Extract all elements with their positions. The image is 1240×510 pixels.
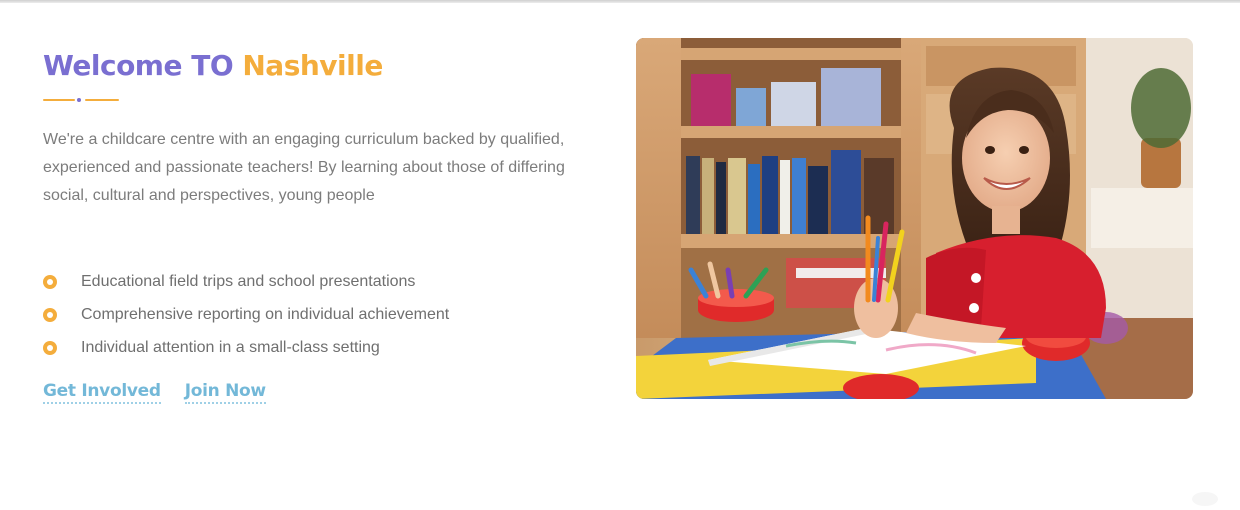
- list-item: Comprehensive reporting on individual ac…: [43, 298, 603, 331]
- page: Welcome TO Nashville We're a childcare c…: [0, 0, 1240, 510]
- title-divider: [43, 97, 119, 103]
- feature-text: Comprehensive reporting on individual ac…: [81, 305, 450, 323]
- feature-list: Educational field trips and school prese…: [43, 265, 603, 364]
- title-city: Nashville: [242, 49, 383, 82]
- join-now-link[interactable]: Join Now: [184, 381, 266, 404]
- circle-bullet-icon: [43, 307, 57, 322]
- welcome-section: Welcome TO Nashville We're a childcare c…: [43, 46, 603, 404]
- header-shadow: [0, 0, 1240, 3]
- hero-photo: [636, 38, 1193, 399]
- circle-bullet-icon: [43, 274, 57, 289]
- list-item: Individual attention in a small-class se…: [43, 331, 603, 364]
- get-involved-link[interactable]: Get Involved: [43, 381, 161, 404]
- feature-text: Individual attention in a small-class se…: [81, 338, 380, 356]
- intro-text: We're a childcare centre with an engagin…: [43, 131, 565, 204]
- title-welcome: Welcome TO: [43, 49, 234, 82]
- girl-drawing-image: [636, 38, 1193, 399]
- feature-text: Educational field trips and school prese…: [81, 272, 416, 290]
- circle-bullet-icon: [43, 340, 57, 355]
- section-title: Welcome TO Nashville: [43, 46, 603, 86]
- cta-links: Get Involved Join Now: [43, 381, 603, 404]
- corner-shadow: [1192, 492, 1218, 506]
- list-item: Educational field trips and school prese…: [43, 265, 603, 298]
